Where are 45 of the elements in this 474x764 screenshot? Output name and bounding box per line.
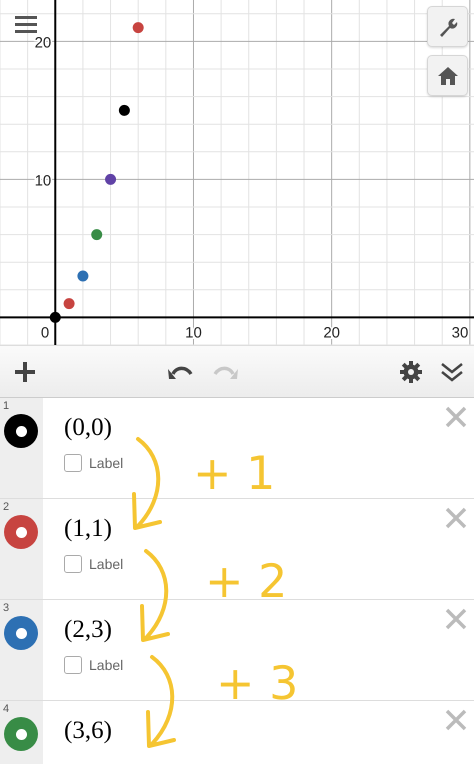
line-number: 3: [3, 602, 10, 614]
data-point: [50, 312, 61, 323]
line-number: 4: [3, 703, 10, 715]
handwritten-note: + 3: [216, 660, 298, 706]
close-icon: [445, 709, 467, 731]
expression-text[interactable]: (3,6): [64, 717, 112, 745]
axis-label: 20: [34, 34, 52, 52]
axis-label: 10: [185, 324, 202, 342]
menu-icon: [13, 14, 39, 36]
data-point: [91, 229, 102, 240]
plus-icon: [14, 360, 36, 382]
point-style-icon[interactable]: [4, 414, 38, 448]
data-point: [77, 270, 88, 282]
handwritten-note: + 1: [193, 450, 276, 496]
label-text: Label: [89, 657, 124, 673]
label-checkbox[interactable]: [64, 454, 82, 472]
wrench-button[interactable]: [427, 6, 468, 47]
add-button[interactable]: [14, 360, 36, 382]
data-point: [64, 298, 75, 310]
label-text: Label: [89, 556, 124, 572]
expression-text[interactable]: (2,3): [64, 616, 112, 644]
settings-icon: [400, 360, 422, 382]
data-point: [118, 104, 130, 116]
close-icon: [445, 608, 467, 630]
collapse-button[interactable]: [440, 360, 464, 382]
expression-text[interactable]: (0,0): [64, 414, 112, 442]
settings-button[interactable]: [400, 360, 422, 382]
axis-label: 0: [40, 324, 50, 342]
handwritten-note: + 2: [205, 558, 288, 604]
axis-label: 10: [34, 172, 52, 190]
label-checkbox[interactable]: [64, 555, 82, 573]
line-number: 2: [3, 501, 10, 513]
home-icon: [436, 66, 458, 86]
close-icon: [445, 406, 467, 428]
expression-text[interactable]: (1,1): [64, 515, 112, 543]
data-point: [105, 174, 116, 185]
data-point: [132, 22, 144, 34]
home-button[interactable]: [427, 55, 468, 96]
close-icon: [445, 507, 467, 529]
axis-label: 20: [323, 324, 340, 342]
label-checkbox[interactable]: [64, 656, 82, 674]
axis-label: 30: [452, 324, 468, 342]
label-text: Label: [89, 455, 124, 471]
line-number: 1: [3, 400, 10, 412]
double-chevron-icon: [440, 360, 464, 382]
